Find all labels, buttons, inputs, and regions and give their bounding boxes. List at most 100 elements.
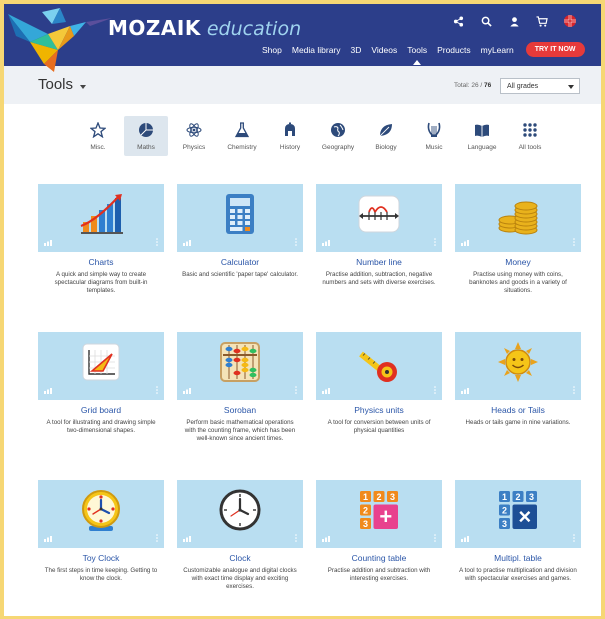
more-options-icon[interactable]: [573, 386, 575, 394]
level-bars-icon: [322, 240, 330, 246]
tab-maths[interactable]: Maths: [124, 116, 168, 156]
globe-icon: [331, 123, 345, 137]
more-options-icon[interactable]: [156, 238, 158, 246]
tab-physics[interactable]: Physics: [172, 116, 216, 156]
lyre-icon: [427, 122, 441, 137]
tool-name[interactable]: Heads or Tails: [455, 405, 581, 415]
share-icon[interactable]: [451, 14, 465, 28]
tool-tile[interactable]: [316, 332, 442, 400]
tab-misc[interactable]: Misc.: [76, 116, 120, 156]
level-bars-icon: [461, 536, 469, 542]
more-options-icon[interactable]: [295, 534, 297, 542]
tool-tile[interactable]: 1 2 3 2 3 ×: [455, 480, 581, 548]
level-bars-icon: [183, 388, 191, 394]
nav-3d[interactable]: 3D: [351, 45, 362, 55]
chevron-down-icon: [568, 85, 574, 89]
more-options-icon[interactable]: [295, 238, 297, 246]
tool-name[interactable]: Multipl. table: [455, 553, 581, 563]
tool-name[interactable]: Grid board: [38, 405, 164, 415]
digit: 2: [363, 506, 368, 516]
tool-tile[interactable]: [177, 332, 303, 400]
grade-select[interactable]: All grades: [500, 78, 580, 94]
multiplication-table-icon: 1 2 3 2 3 ×: [499, 491, 537, 529]
leaf-icon: [379, 124, 392, 137]
level-bars-icon: [322, 388, 330, 394]
try-it-now-button[interactable]: TRY IT NOW: [525, 42, 585, 57]
level-bars-icon: [183, 240, 191, 246]
digit: 3: [529, 492, 534, 502]
tool-tile[interactable]: [38, 480, 164, 548]
more-options-icon[interactable]: [156, 534, 158, 542]
more-options-icon[interactable]: [295, 386, 297, 394]
tool-name[interactable]: Counting table: [316, 553, 442, 563]
tool-tile[interactable]: 1 2 3 2 3 +: [316, 480, 442, 548]
tab-biology[interactable]: Biology: [364, 116, 408, 156]
tool-tile[interactable]: [177, 480, 303, 548]
tool-tile[interactable]: [455, 332, 581, 400]
user-icon[interactable]: [507, 14, 521, 28]
tab-music[interactable]: Music: [412, 116, 456, 156]
brand-suffix: education: [206, 18, 302, 40]
pie-icon: [139, 123, 153, 137]
tab-history[interactable]: History: [268, 116, 312, 156]
bar-chart-icon: [80, 194, 123, 234]
tab-all-tools[interactable]: All tools: [508, 116, 552, 156]
tab-label: Physics: [182, 144, 206, 151]
tool-tile[interactable]: [38, 184, 164, 252]
nav-shop[interactable]: Shop: [262, 45, 282, 55]
tool-description: A tool to practise multiplication and di…: [459, 567, 577, 582]
tool-name[interactable]: Clock: [177, 553, 303, 563]
tool-tile[interactable]: [38, 332, 164, 400]
grid-icon: [523, 123, 537, 137]
nav-products[interactable]: Products: [437, 45, 471, 55]
tab-language[interactable]: Language: [460, 116, 504, 156]
tool-tile[interactable]: [177, 184, 303, 252]
level-bars-icon: [461, 240, 469, 246]
grade-select-value: All grades: [507, 83, 539, 90]
tab-chemistry[interactable]: Chemistry: [220, 116, 264, 156]
tool-name[interactable]: Money: [455, 257, 581, 267]
more-options-icon[interactable]: [434, 238, 436, 246]
tool-tile[interactable]: [455, 184, 581, 252]
more-options-icon[interactable]: [573, 534, 575, 542]
clock-icon: [219, 489, 261, 531]
tool-name[interactable]: Toy Clock: [38, 553, 164, 563]
tool-description: Perform basic mathematical operations wi…: [184, 419, 296, 442]
nav-videos[interactable]: Videos: [371, 45, 397, 55]
tab-geography[interactable]: Geography: [316, 116, 360, 156]
cart-icon[interactable]: [535, 14, 549, 28]
top-icon-bar: [451, 14, 577, 28]
toy-clock-icon: [82, 490, 120, 531]
nav-media-library[interactable]: Media library: [292, 45, 341, 55]
tool-name[interactable]: Charts: [38, 257, 164, 267]
tool-name[interactable]: Soroban: [177, 405, 303, 415]
digit: 2: [376, 492, 381, 502]
tab-label: All tools: [518, 144, 542, 151]
hummingbird-logo-icon: [8, 8, 112, 72]
brand-logo[interactable]: MOZAIK education: [108, 16, 301, 44]
star-icon: [90, 122, 106, 138]
level-bars-icon: [44, 240, 52, 246]
more-options-icon[interactable]: [434, 386, 436, 394]
digit: 2: [502, 506, 507, 516]
nav-mylearn[interactable]: myLearn: [481, 45, 514, 55]
tool-name[interactable]: Calculator: [177, 257, 303, 267]
level-bars-icon: [322, 536, 330, 542]
page-title[interactable]: Tools: [38, 76, 73, 93]
more-options-icon[interactable]: [156, 386, 158, 394]
tool-count: Total: 26 / 76: [454, 82, 491, 89]
tool-tile[interactable]: [316, 184, 442, 252]
tool-description: Customizable analogue and digital clocks…: [183, 567, 297, 590]
tool-name[interactable]: Number line: [316, 257, 442, 267]
search-icon[interactable]: [479, 14, 493, 28]
more-options-icon[interactable]: [573, 238, 575, 246]
nav-tools[interactable]: Tools: [407, 45, 427, 65]
digit: 3: [502, 519, 507, 529]
more-options-icon[interactable]: [434, 534, 436, 542]
total-label: Total: 26 /: [454, 82, 483, 89]
tool-name[interactable]: Physics units: [316, 405, 442, 415]
level-bars-icon: [183, 536, 191, 542]
times-sign: ×: [518, 504, 531, 529]
chevron-down-icon[interactable]: [80, 85, 86, 89]
uk-flag-icon[interactable]: [563, 14, 577, 28]
